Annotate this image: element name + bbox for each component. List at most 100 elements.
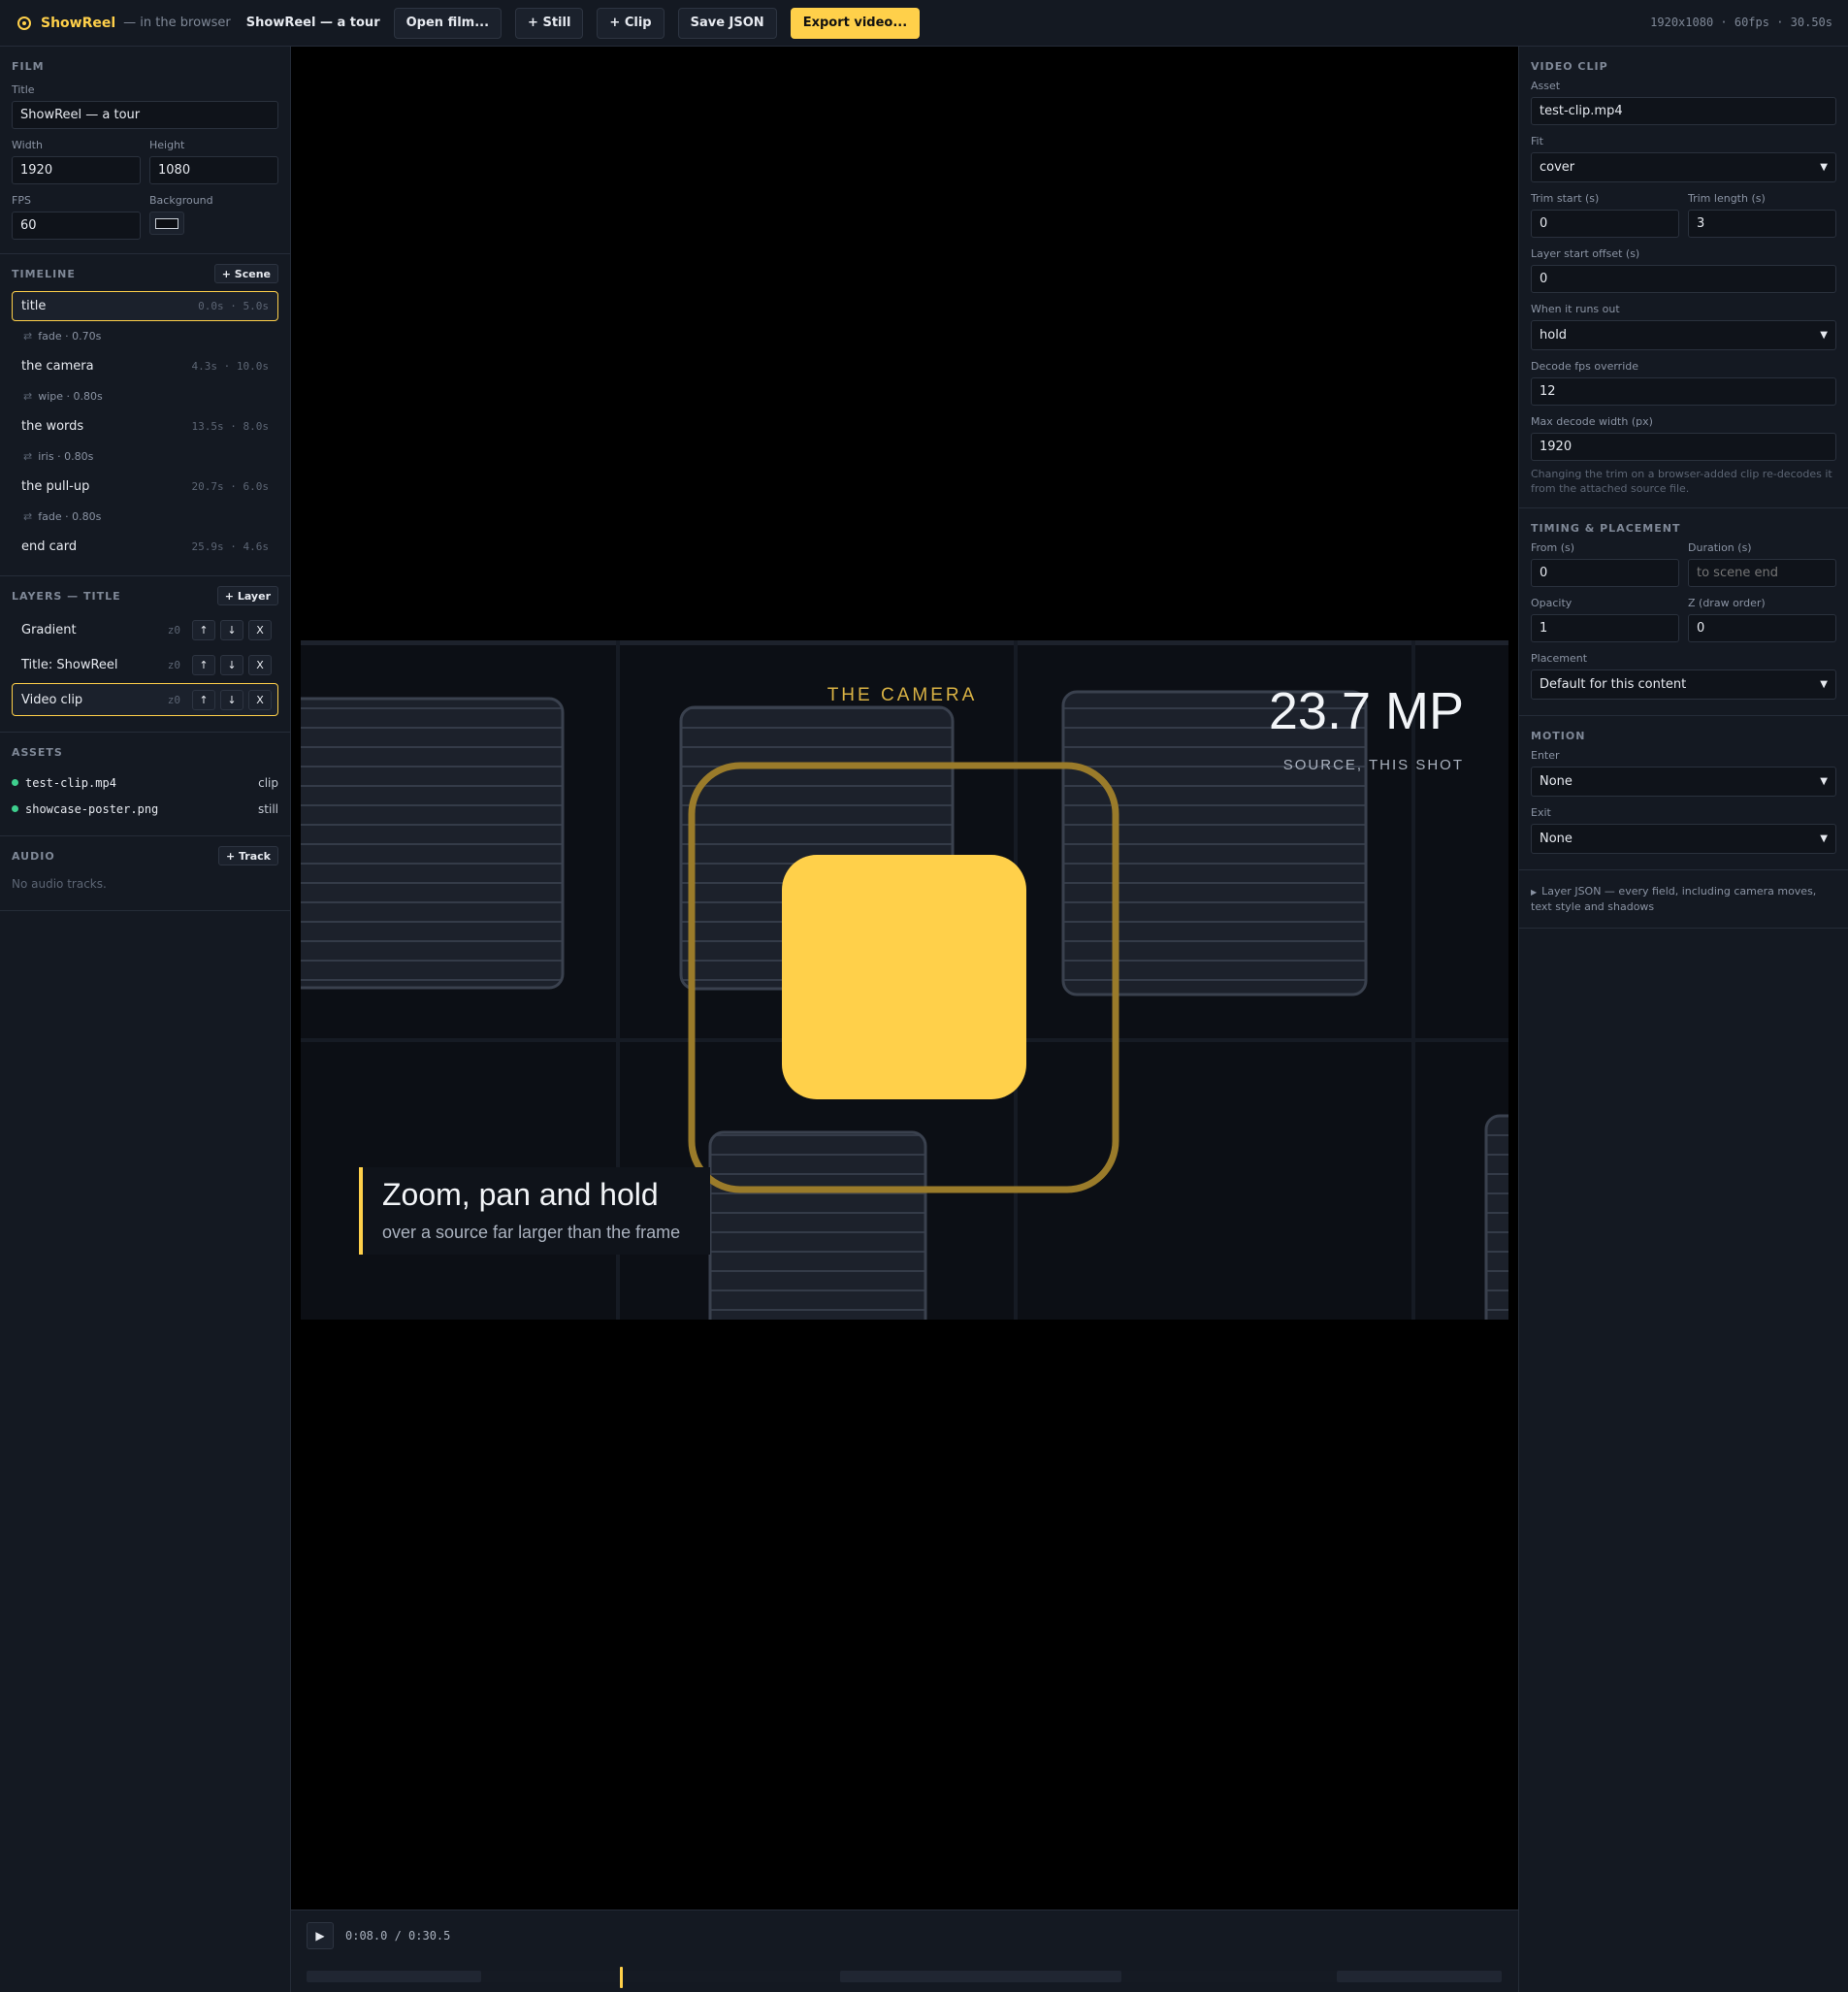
- add-still-button[interactable]: + Still: [515, 7, 584, 39]
- film-title-input[interactable]: [12, 101, 278, 129]
- move-down-button[interactable]: ↓: [220, 619, 243, 640]
- add-clip-button[interactable]: + Clip: [597, 7, 665, 39]
- move-up-button[interactable]: ↑: [192, 689, 215, 710]
- trim-start-input[interactable]: [1531, 210, 1679, 238]
- runs-out-select[interactable]: hold ▼: [1531, 320, 1836, 350]
- field-label: Duration (s): [1688, 541, 1752, 554]
- scene-time: 25.9s · 4.6s: [191, 540, 269, 553]
- chevron-down-icon: ▼: [1820, 679, 1828, 690]
- delete-layer-button[interactable]: X: [248, 689, 272, 710]
- add-layer-button[interactable]: + Layer: [216, 586, 278, 605]
- field-label: Height: [149, 139, 185, 151]
- field-label: Trim start (s): [1531, 192, 1600, 205]
- exit-motion-select[interactable]: None ▼: [1531, 824, 1836, 854]
- trim-length-input[interactable]: [1688, 210, 1836, 238]
- export-video-button[interactable]: Export video...: [790, 7, 921, 39]
- scrubber[interactable]: [307, 1967, 1502, 1988]
- layer-item[interactable]: Title: ShowReel z0 ↑ ↓ X: [12, 648, 278, 681]
- color-swatch: [155, 217, 178, 229]
- move-down-button[interactable]: ↓: [220, 689, 243, 710]
- add-track-button[interactable]: + Track: [217, 846, 278, 865]
- asset-name: test-clip.mp4: [25, 775, 116, 790]
- add-scene-button[interactable]: + Scene: [213, 264, 278, 283]
- field-label: Asset: [1531, 80, 1561, 92]
- layer-offset-input[interactable]: [1531, 265, 1836, 293]
- open-film-button[interactable]: Open film...: [393, 7, 503, 39]
- audio-empty-text: No audio tracks.: [12, 877, 107, 891]
- stage-eyebrow: THE CAMERA: [827, 685, 978, 705]
- triangle-right-icon: ▶: [1531, 888, 1538, 897]
- width-input[interactable]: [12, 156, 141, 184]
- film-stats: 1920x1080 · 60fps · 30.50s: [1650, 16, 1832, 29]
- move-up-button[interactable]: ↑: [192, 619, 215, 640]
- background-color-picker[interactable]: [149, 212, 184, 235]
- asset-input[interactable]: [1531, 97, 1836, 125]
- decode-fps-input[interactable]: [1531, 377, 1836, 406]
- field-label: When it runs out: [1531, 303, 1620, 315]
- stage-caption-title: Zoom, pan and hold: [382, 1177, 659, 1212]
- field-label: Z (draw order): [1688, 597, 1766, 609]
- scene-item[interactable]: the camera 4.3s · 10.0s: [12, 351, 278, 381]
- layer-item[interactable]: Gradient z0 ↑ ↓ X: [12, 613, 278, 646]
- duration-input[interactable]: [1688, 559, 1836, 587]
- layer-json-toggle[interactable]: ▶ Layer JSON — every field, including cam…: [1531, 884, 1836, 914]
- delete-layer-button[interactable]: X: [248, 654, 272, 675]
- opacity-input[interactable]: [1531, 614, 1679, 642]
- asset-item[interactable]: test-clip.mp4 clip: [12, 769, 278, 796]
- status-dot-icon: [12, 805, 18, 812]
- transition-item[interactable]: ⇄ fade · 0.70s: [12, 321, 278, 351]
- section-title: TIMELINE: [12, 267, 76, 280]
- transition-item[interactable]: ⇄ iris · 0.80s: [12, 441, 278, 472]
- scene-item[interactable]: the pull-up 20.7s · 6.0s: [12, 472, 278, 502]
- section-title: TIMING & PLACEMENT: [1531, 521, 1681, 535]
- save-json-button[interactable]: Save JSON: [677, 7, 777, 39]
- layer-json-label: Layer JSON — every field, including came…: [1531, 885, 1817, 913]
- transition-label: fade · 0.80s: [38, 510, 102, 523]
- brand-subtitle: — in the browser: [123, 16, 231, 30]
- layer-name: Gradient: [21, 622, 77, 637]
- video-frame[interactable]: THE CAMERA 23.7 MP SOURCE, THIS SHOT Zoo…: [301, 640, 1508, 1320]
- delete-layer-button[interactable]: X: [248, 619, 272, 640]
- playhead[interactable]: [620, 1967, 623, 1988]
- field-label: Background: [149, 194, 213, 207]
- from-input[interactable]: [1531, 559, 1679, 587]
- max-decode-width-input[interactable]: [1531, 433, 1836, 461]
- status-dot-icon: [12, 779, 18, 786]
- scene-name: the camera: [21, 359, 94, 374]
- asset-item[interactable]: showcase-poster.png still: [12, 796, 278, 822]
- stage-stat-caption: SOURCE, THIS SHOT: [1282, 757, 1464, 773]
- transition-item[interactable]: ⇄ wipe · 0.80s: [12, 381, 278, 411]
- scene-time: 13.5s · 8.0s: [191, 420, 269, 433]
- layer-item[interactable]: Video clip z0 ↑ ↓ X: [12, 683, 278, 716]
- placement-select[interactable]: Default for this content ▼: [1531, 669, 1836, 700]
- play-button[interactable]: ▶: [307, 1922, 334, 1949]
- fit-select[interactable]: cover ▼: [1531, 152, 1836, 182]
- layer-list: Gradient z0 ↑ ↓ X Title: ShowReel z0 ↑ ↓ X Video c…: [12, 613, 278, 716]
- height-input[interactable]: [149, 156, 278, 184]
- enter-motion-select[interactable]: None ▼: [1531, 767, 1836, 797]
- video-clip-section: VIDEO CLIP Asset Fit cover ▼ Trim start (…: [1519, 47, 1848, 508]
- scene-segment: [1337, 1971, 1502, 1982]
- timing-section: TIMING & PLACEMENT From (s) Duration (s)…: [1519, 508, 1848, 716]
- move-up-button[interactable]: ↑: [192, 654, 215, 675]
- transition-icon: ⇄: [23, 390, 33, 403]
- audio-section: AUDIO + Track No audio tracks.: [0, 836, 290, 911]
- z-order-input[interactable]: [1688, 614, 1836, 642]
- scene-time: 4.3s · 10.0s: [191, 360, 269, 373]
- transition-item[interactable]: ⇄ fade · 0.80s: [12, 502, 278, 532]
- layers-section: LAYERS — TITLE + Layer Gradient z0 ↑ ↓ X Titl…: [0, 576, 290, 733]
- transition-icon: ⇄: [23, 510, 33, 523]
- scene-name: title: [21, 299, 47, 313]
- left-panel: FILM Title Width Height FPS Background: [0, 47, 291, 1992]
- move-down-button[interactable]: ↓: [220, 654, 243, 675]
- select-value: None: [1540, 832, 1572, 846]
- field-label: From (s): [1531, 541, 1575, 554]
- fps-input[interactable]: [12, 212, 141, 240]
- scene-item[interactable]: the words 13.5s · 8.0s: [12, 411, 278, 441]
- transition-label: wipe · 0.80s: [38, 390, 103, 403]
- trim-hint: Changing the trim on a browser-added cli…: [1531, 468, 1832, 495]
- scene-item[interactable]: end card 25.9s · 4.6s: [12, 532, 278, 562]
- scene-item[interactable]: title 0.0s · 5.0s: [12, 291, 278, 321]
- assets-section: ASSETS test-clip.mp4 clip showcase-poster.…: [0, 733, 290, 836]
- field-label: Enter: [1531, 749, 1560, 762]
